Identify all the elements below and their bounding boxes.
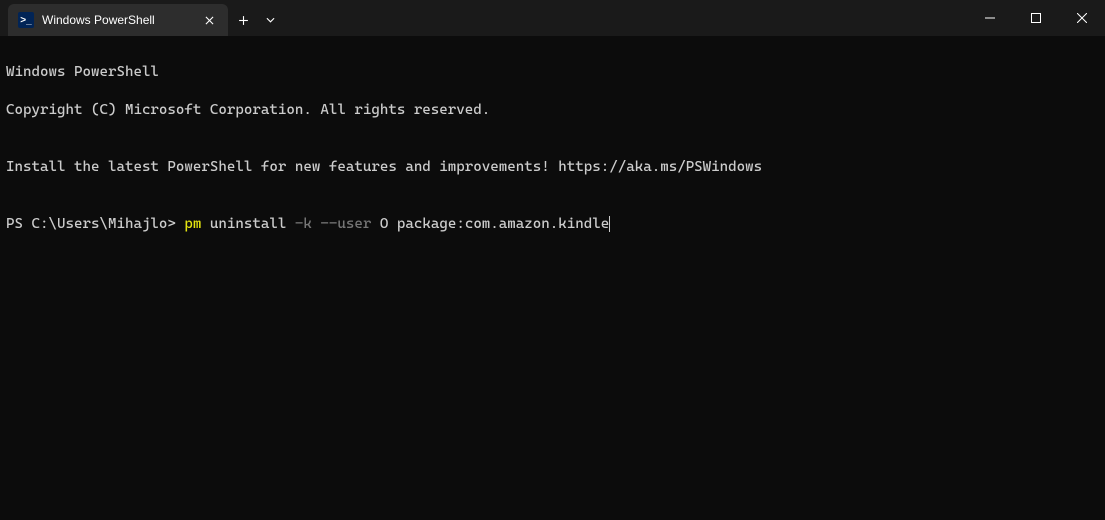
text-cursor	[609, 216, 610, 232]
terminal-prompt-line: PS C:\Users\Mihajlo> pm uninstall -k --u…	[6, 215, 1099, 234]
window-controls	[967, 0, 1105, 36]
command-arg: O package:com.amazon.kindle	[371, 216, 609, 232]
window-titlebar: >_ Windows PowerShell	[0, 0, 1105, 36]
powershell-icon: >_	[18, 12, 34, 28]
prompt-text: PS C:\Users\Mihajlo>	[6, 216, 184, 232]
command-name: pm	[184, 216, 201, 232]
new-tab-button[interactable]	[228, 4, 258, 36]
tab-title: Windows PowerShell	[42, 13, 192, 27]
tab-dropdown-button[interactable]	[258, 4, 282, 36]
tab-close-button[interactable]	[200, 11, 218, 29]
tabs-area: >_ Windows PowerShell	[0, 0, 282, 36]
terminal-line: Windows PowerShell	[6, 63, 1099, 82]
maximize-button[interactable]	[1013, 0, 1059, 36]
close-window-button[interactable]	[1059, 0, 1105, 36]
terminal-line: Copyright (C) Microsoft Corporation. All…	[6, 101, 1099, 120]
tab-powershell[interactable]: >_ Windows PowerShell	[8, 4, 228, 36]
command-flag: -k --user	[295, 216, 371, 232]
minimize-button[interactable]	[967, 0, 1013, 36]
terminal-line: Install the latest PowerShell for new fe…	[6, 158, 1099, 177]
terminal-area[interactable]: Windows PowerShell Copyright (C) Microso…	[0, 36, 1105, 261]
command-arg: uninstall	[201, 216, 294, 232]
